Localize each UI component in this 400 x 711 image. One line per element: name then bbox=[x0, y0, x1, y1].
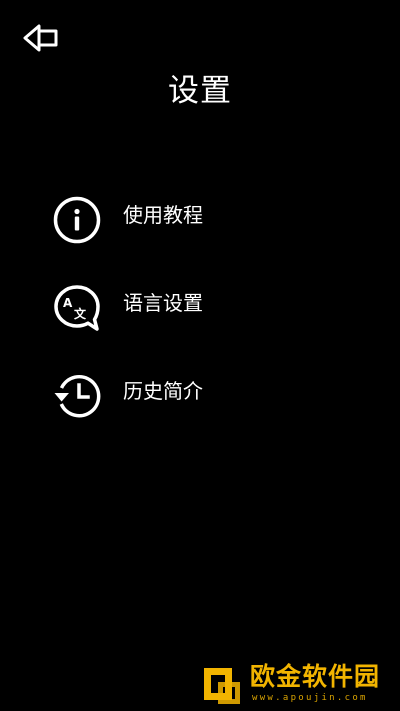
menu-item-tutorial[interactable]: 使用教程 bbox=[52, 195, 352, 245]
page-title: 设置 bbox=[168, 73, 232, 109]
watermark-logo-icon bbox=[200, 664, 244, 704]
back-arrow-icon bbox=[22, 22, 68, 54]
watermark-name: 欧金软件园 bbox=[250, 662, 381, 691]
translate-bubble-icon: A 文 bbox=[52, 283, 102, 333]
watermark: 欧金软件园 www.apoujin.com bbox=[198, 662, 394, 706]
menu-item-history[interactable]: 历史简介 bbox=[52, 371, 352, 421]
svg-text:A: A bbox=[63, 296, 73, 310]
menu-item-label: 使用教程 bbox=[123, 203, 203, 227]
menu-item-language[interactable]: A 文 语言设置 bbox=[52, 283, 352, 333]
history-clock-icon bbox=[52, 371, 102, 421]
menu-item-label: 语言设置 bbox=[123, 291, 203, 315]
watermark-url: www.apoujin.com bbox=[252, 693, 368, 703]
svg-text:文: 文 bbox=[74, 306, 87, 321]
settings-menu: 使用教程 A 文 语言设置 历史简介 bbox=[52, 195, 352, 459]
info-circle-icon bbox=[52, 195, 102, 245]
menu-item-label: 历史简介 bbox=[123, 379, 203, 403]
back-button[interactable] bbox=[22, 22, 68, 54]
